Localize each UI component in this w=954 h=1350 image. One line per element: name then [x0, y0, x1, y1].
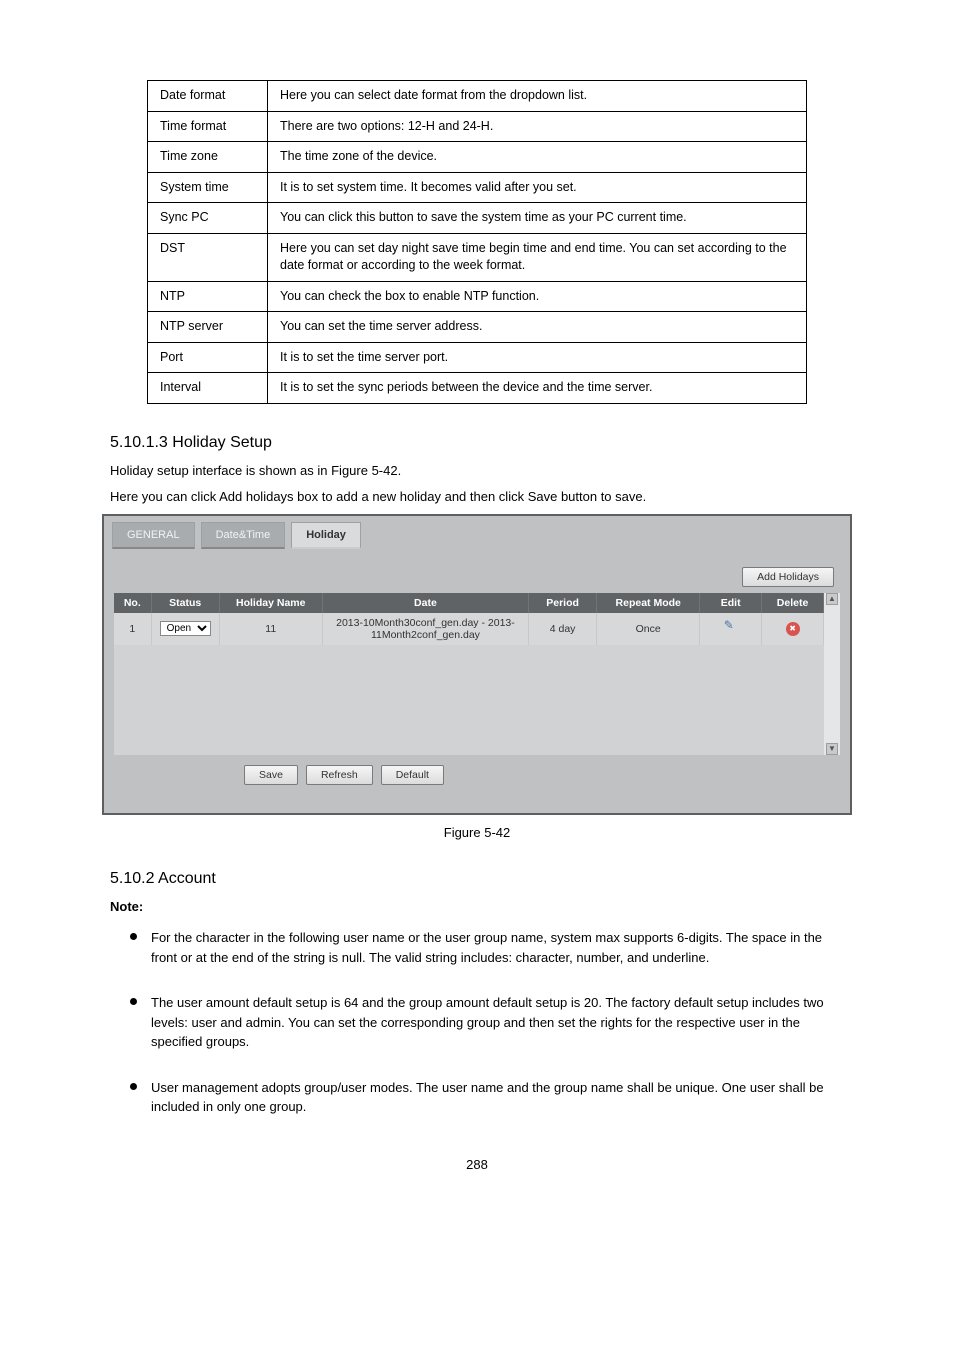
parameter-table: Date formatHere you can select date form…: [147, 80, 807, 404]
cell-name: 11: [219, 613, 322, 645]
param-desc: It is to set system time. It becomes val…: [268, 172, 807, 203]
col-holiday-name: Holiday Name: [219, 593, 322, 613]
edit-icon[interactable]: [724, 620, 738, 634]
param-row: NTPYou can check the box to enable NTP f…: [148, 281, 807, 312]
scroll-up-icon[interactable]: ▲: [826, 593, 838, 605]
save-button[interactable]: Save: [244, 765, 298, 785]
param-name: Date format: [148, 81, 268, 112]
list-item-text: User management adopts group/user modes.…: [151, 1078, 850, 1117]
param-name: Time format: [148, 111, 268, 142]
col-repeat-mode: Repeat Mode: [597, 593, 700, 613]
param-row: System timeIt is to set system time. It …: [148, 172, 807, 203]
col-edit: Edit: [700, 593, 762, 613]
param-row: Sync PCYou can click this button to save…: [148, 203, 807, 234]
col-status: Status: [151, 593, 219, 613]
scroll-down-icon[interactable]: ▼: [826, 743, 838, 755]
holiday-table: No. Status Holiday Name Date Period Repe…: [114, 593, 824, 755]
col-delete: Delete: [762, 593, 824, 613]
param-row: PortIt is to set the time server port.: [148, 342, 807, 373]
tab-general[interactable]: GENERAL: [112, 522, 195, 549]
col-no: No.: [114, 593, 151, 613]
page-number: 288: [0, 1157, 954, 1172]
param-desc: You can check the box to enable NTP func…: [268, 281, 807, 312]
param-name: NTP: [148, 281, 268, 312]
param-row: Time formatThere are two options: 12-H a…: [148, 111, 807, 142]
scrollbar[interactable]: ▲ ▼: [824, 593, 840, 755]
param-name: Time zone: [148, 142, 268, 173]
param-name: System time: [148, 172, 268, 203]
param-desc: It is to set the sync periods between th…: [268, 373, 807, 404]
delete-icon[interactable]: [786, 622, 800, 636]
table-empty-area: [114, 645, 824, 755]
tab-datetime[interactable]: Date&Time: [201, 522, 286, 549]
param-row: Date formatHere you can select date form…: [148, 81, 807, 112]
section-heading-account: 5.10.2 Account: [110, 870, 954, 888]
body-text: Holiday setup interface is shown as in F…: [110, 462, 860, 480]
param-name: Port: [148, 342, 268, 373]
add-holidays-button[interactable]: Add Holidays: [742, 567, 834, 587]
body-text: Here you can click Add holidays box to a…: [110, 488, 860, 506]
bullet-icon: [130, 998, 137, 1005]
tab-holiday[interactable]: Holiday: [291, 522, 361, 549]
tab-bar: GENERAL Date&Time Holiday: [106, 518, 848, 553]
bullet-list: For the character in the following user …: [130, 928, 850, 1117]
list-item-text: For the character in the following user …: [151, 928, 850, 967]
default-button[interactable]: Default: [381, 765, 444, 785]
section-heading-holiday: 5.10.1.3 Holiday Setup: [110, 434, 954, 452]
col-date: Date: [322, 593, 528, 613]
param-desc: You can click this button to save the sy…: [268, 203, 807, 234]
param-desc: It is to set the time server port.: [268, 342, 807, 373]
bullet-icon: [130, 933, 137, 940]
list-item: For the character in the following user …: [130, 928, 850, 967]
list-item: User management adopts group/user modes.…: [130, 1078, 850, 1117]
param-row: Time zoneThe time zone of the device.: [148, 142, 807, 173]
holiday-panel: GENERAL Date&Time Holiday Add Holidays N…: [102, 514, 852, 815]
bullet-icon: [130, 1083, 137, 1090]
param-name: DST: [148, 233, 268, 281]
param-row: NTP serverYou can set the time server ad…: [148, 312, 807, 343]
param-name: Sync PC: [148, 203, 268, 234]
param-name: Interval: [148, 373, 268, 404]
note-label: Note:: [110, 898, 860, 916]
status-select[interactable]: Open: [160, 621, 211, 636]
cell-no: 1: [114, 613, 151, 645]
cell-delete: [762, 613, 824, 645]
param-desc: Here you can select date format from the…: [268, 81, 807, 112]
figure-caption: Figure 5-42: [0, 825, 954, 840]
cell-status: Open: [151, 613, 219, 645]
cell-period: 4 day: [529, 613, 597, 645]
param-name: NTP server: [148, 312, 268, 343]
cell-edit: [700, 613, 762, 645]
param-row: DSTHere you can set day night save time …: [148, 233, 807, 281]
param-desc: There are two options: 12-H and 24-H.: [268, 111, 807, 142]
param-desc: Here you can set day night save time beg…: [268, 233, 807, 281]
cell-date: 2013-10Month30conf_gen.day - 2013-11Mont…: [322, 613, 528, 645]
list-item-text: The user amount default setup is 64 and …: [151, 993, 850, 1052]
param-desc: The time zone of the device.: [268, 142, 807, 173]
table-row: 1 Open 11 2013-10Month30conf_gen.day - 2…: [114, 613, 824, 645]
param-row: IntervalIt is to set the sync periods be…: [148, 373, 807, 404]
refresh-button[interactable]: Refresh: [306, 765, 373, 785]
list-item: The user amount default setup is 64 and …: [130, 993, 850, 1052]
col-period: Period: [529, 593, 597, 613]
param-desc: You can set the time server address.: [268, 312, 807, 343]
cell-repeat: Once: [597, 613, 700, 645]
